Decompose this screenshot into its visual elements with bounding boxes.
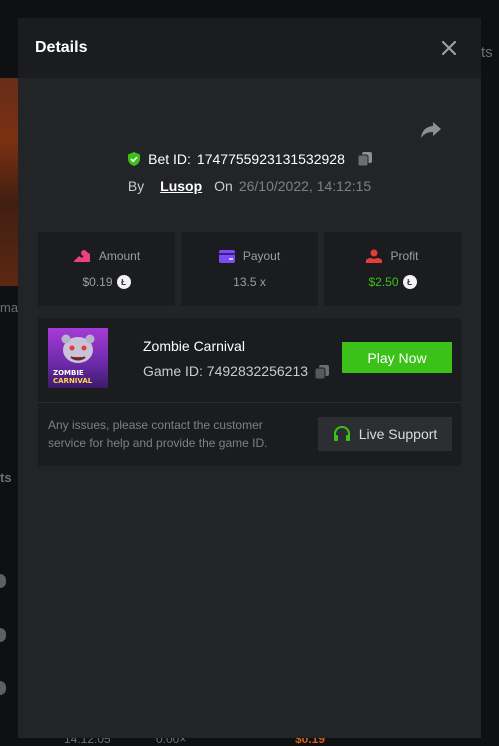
bet-id-label: Bet ID: [148,151,191,167]
coin-icon: Ł [116,275,131,289]
amount-icon [73,250,90,262]
stat-profit: Profit $2.50 Ł [324,232,461,306]
game-id-label: Game ID: [143,363,203,379]
copy-game-id-button[interactable] [314,364,330,380]
copy-icon [357,152,372,167]
stat-payout-label: Payout [242,249,281,263]
shield-check-icon [128,152,141,166]
bet-id-value: 1747755923131532928 [196,151,345,167]
close-icon [442,41,456,55]
divider [38,402,461,403]
share-button[interactable] [419,118,443,142]
background-right-text: ts [481,44,493,61]
user-link[interactable]: Lusop [160,178,202,194]
game-thumbnail[interactable]: ZOMBIE CARNIVAL [48,328,108,388]
bet-id-row: Bet ID: 1747755923131532928 [18,151,481,167]
game-name[interactable]: Zombie Carnival [143,338,245,354]
background-dot [0,681,6,695]
profit-icon [366,249,383,263]
stat-amount: Amount $0.19 Ł [38,232,175,306]
bet-meta-row: By Lusop On 26/10/2022, 14:12:15 [18,178,481,194]
copy-bet-id-button[interactable] [357,151,373,167]
stat-profit-label: Profit [390,249,419,263]
zombie-carnival-thumbnail: ZOMBIE CARNIVAL [48,328,108,388]
bet-details-modal: Details Bet ID: 1747755923131532928 By L… [18,18,481,738]
bet-datetime: 26/10/2022, 14:12:15 [238,178,372,194]
background-heading: ts [0,470,12,485]
stat-payout-value: 13.5 x [233,275,266,289]
background-dot [0,628,6,642]
coin-icon: Ł [402,275,417,289]
modal-title: Details [35,39,88,56]
background-dot [0,574,6,588]
stat-amount-value: $0.19 [82,275,113,289]
support-text: Any issues, please contact the customer … [48,418,268,450]
thumb-line2: CARNIVAL [53,377,93,385]
game-id: Game ID: 7492832256213 [143,363,308,379]
stat-payout: Payout 13.5 x [181,232,318,306]
game-id-value: 7492832256213 [206,363,309,379]
stat-profit-value: $2.50 [368,275,399,289]
bet-stats: Amount $0.19 Ł Payout 13.5 x Profit $2.5… [38,232,461,306]
on-label: On [214,178,233,194]
share-icon [421,122,441,138]
play-now-button[interactable]: Play Now [342,342,452,373]
close-button[interactable] [439,38,459,58]
background-banner [0,78,18,286]
background-text: ma [0,300,19,315]
live-support-button[interactable]: Live Support [318,417,452,451]
modal-header: Details [18,18,481,78]
by-label: By [127,178,145,194]
live-support-label: Live Support [358,426,438,442]
game-card: ZOMBIE CARNIVAL Zombie Carnival Game ID:… [38,318,461,466]
copy-icon [314,365,329,380]
headset-icon [333,425,350,441]
thumb-line1: ZOMBIE [53,369,84,377]
card-icon [218,249,235,263]
stat-amount-label: Amount [98,249,141,263]
